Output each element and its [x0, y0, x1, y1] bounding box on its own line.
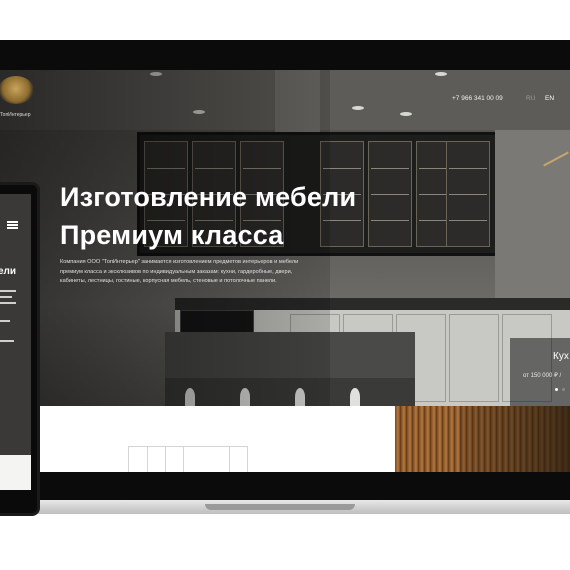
- hamburger-menu-icon[interactable]: [7, 221, 18, 229]
- ceiling-spotlight: [400, 112, 412, 116]
- slider-dot-active[interactable]: [555, 388, 558, 391]
- slider-dot[interactable]: [562, 388, 565, 391]
- slide-card-title[interactable]: Кух: [553, 351, 569, 362]
- header-phone[interactable]: +7 966 341 00 09: [452, 95, 503, 102]
- bar-stool: [350, 388, 360, 406]
- ceiling-spotlight: [352, 106, 364, 110]
- hero-title-line1: Изготовление мебели: [60, 182, 357, 212]
- phone-text-line: [0, 302, 16, 304]
- phone-text-line: [0, 320, 10, 322]
- lang-ru-link[interactable]: RU: [526, 95, 535, 102]
- slide-card-price: от 150 000 ₽ /: [523, 373, 562, 379]
- phone-text-line: [0, 290, 16, 292]
- cabinet-door: [449, 314, 499, 402]
- phone-text-line: [0, 340, 14, 342]
- phone-hero-title: ели: [0, 266, 17, 277]
- hero-description: Компания ООО "ТопИнтерьер" занимается из…: [60, 259, 299, 284]
- furniture-drawing: [128, 446, 248, 472]
- laptop-screen: ТопИнтерьер +7 966 341 00 09 RU EN Изгот…: [0, 70, 570, 472]
- phone-lower-section: [0, 455, 31, 490]
- hero-title: Изготовление мебели Премиум класса: [60, 178, 380, 254]
- hero-title-line2: Премиум класса: [60, 220, 284, 250]
- ceiling-spotlight: [435, 72, 447, 76]
- phone-text-line: [0, 296, 12, 298]
- phone-screen: [0, 194, 31, 490]
- glass-cabinet: [446, 141, 490, 247]
- lang-en-link[interactable]: EN: [545, 95, 554, 102]
- logo-text[interactable]: ТопИнтерьер: [0, 112, 30, 118]
- wood-panel-shade: [460, 406, 570, 472]
- laptop-notch: [205, 504, 355, 510]
